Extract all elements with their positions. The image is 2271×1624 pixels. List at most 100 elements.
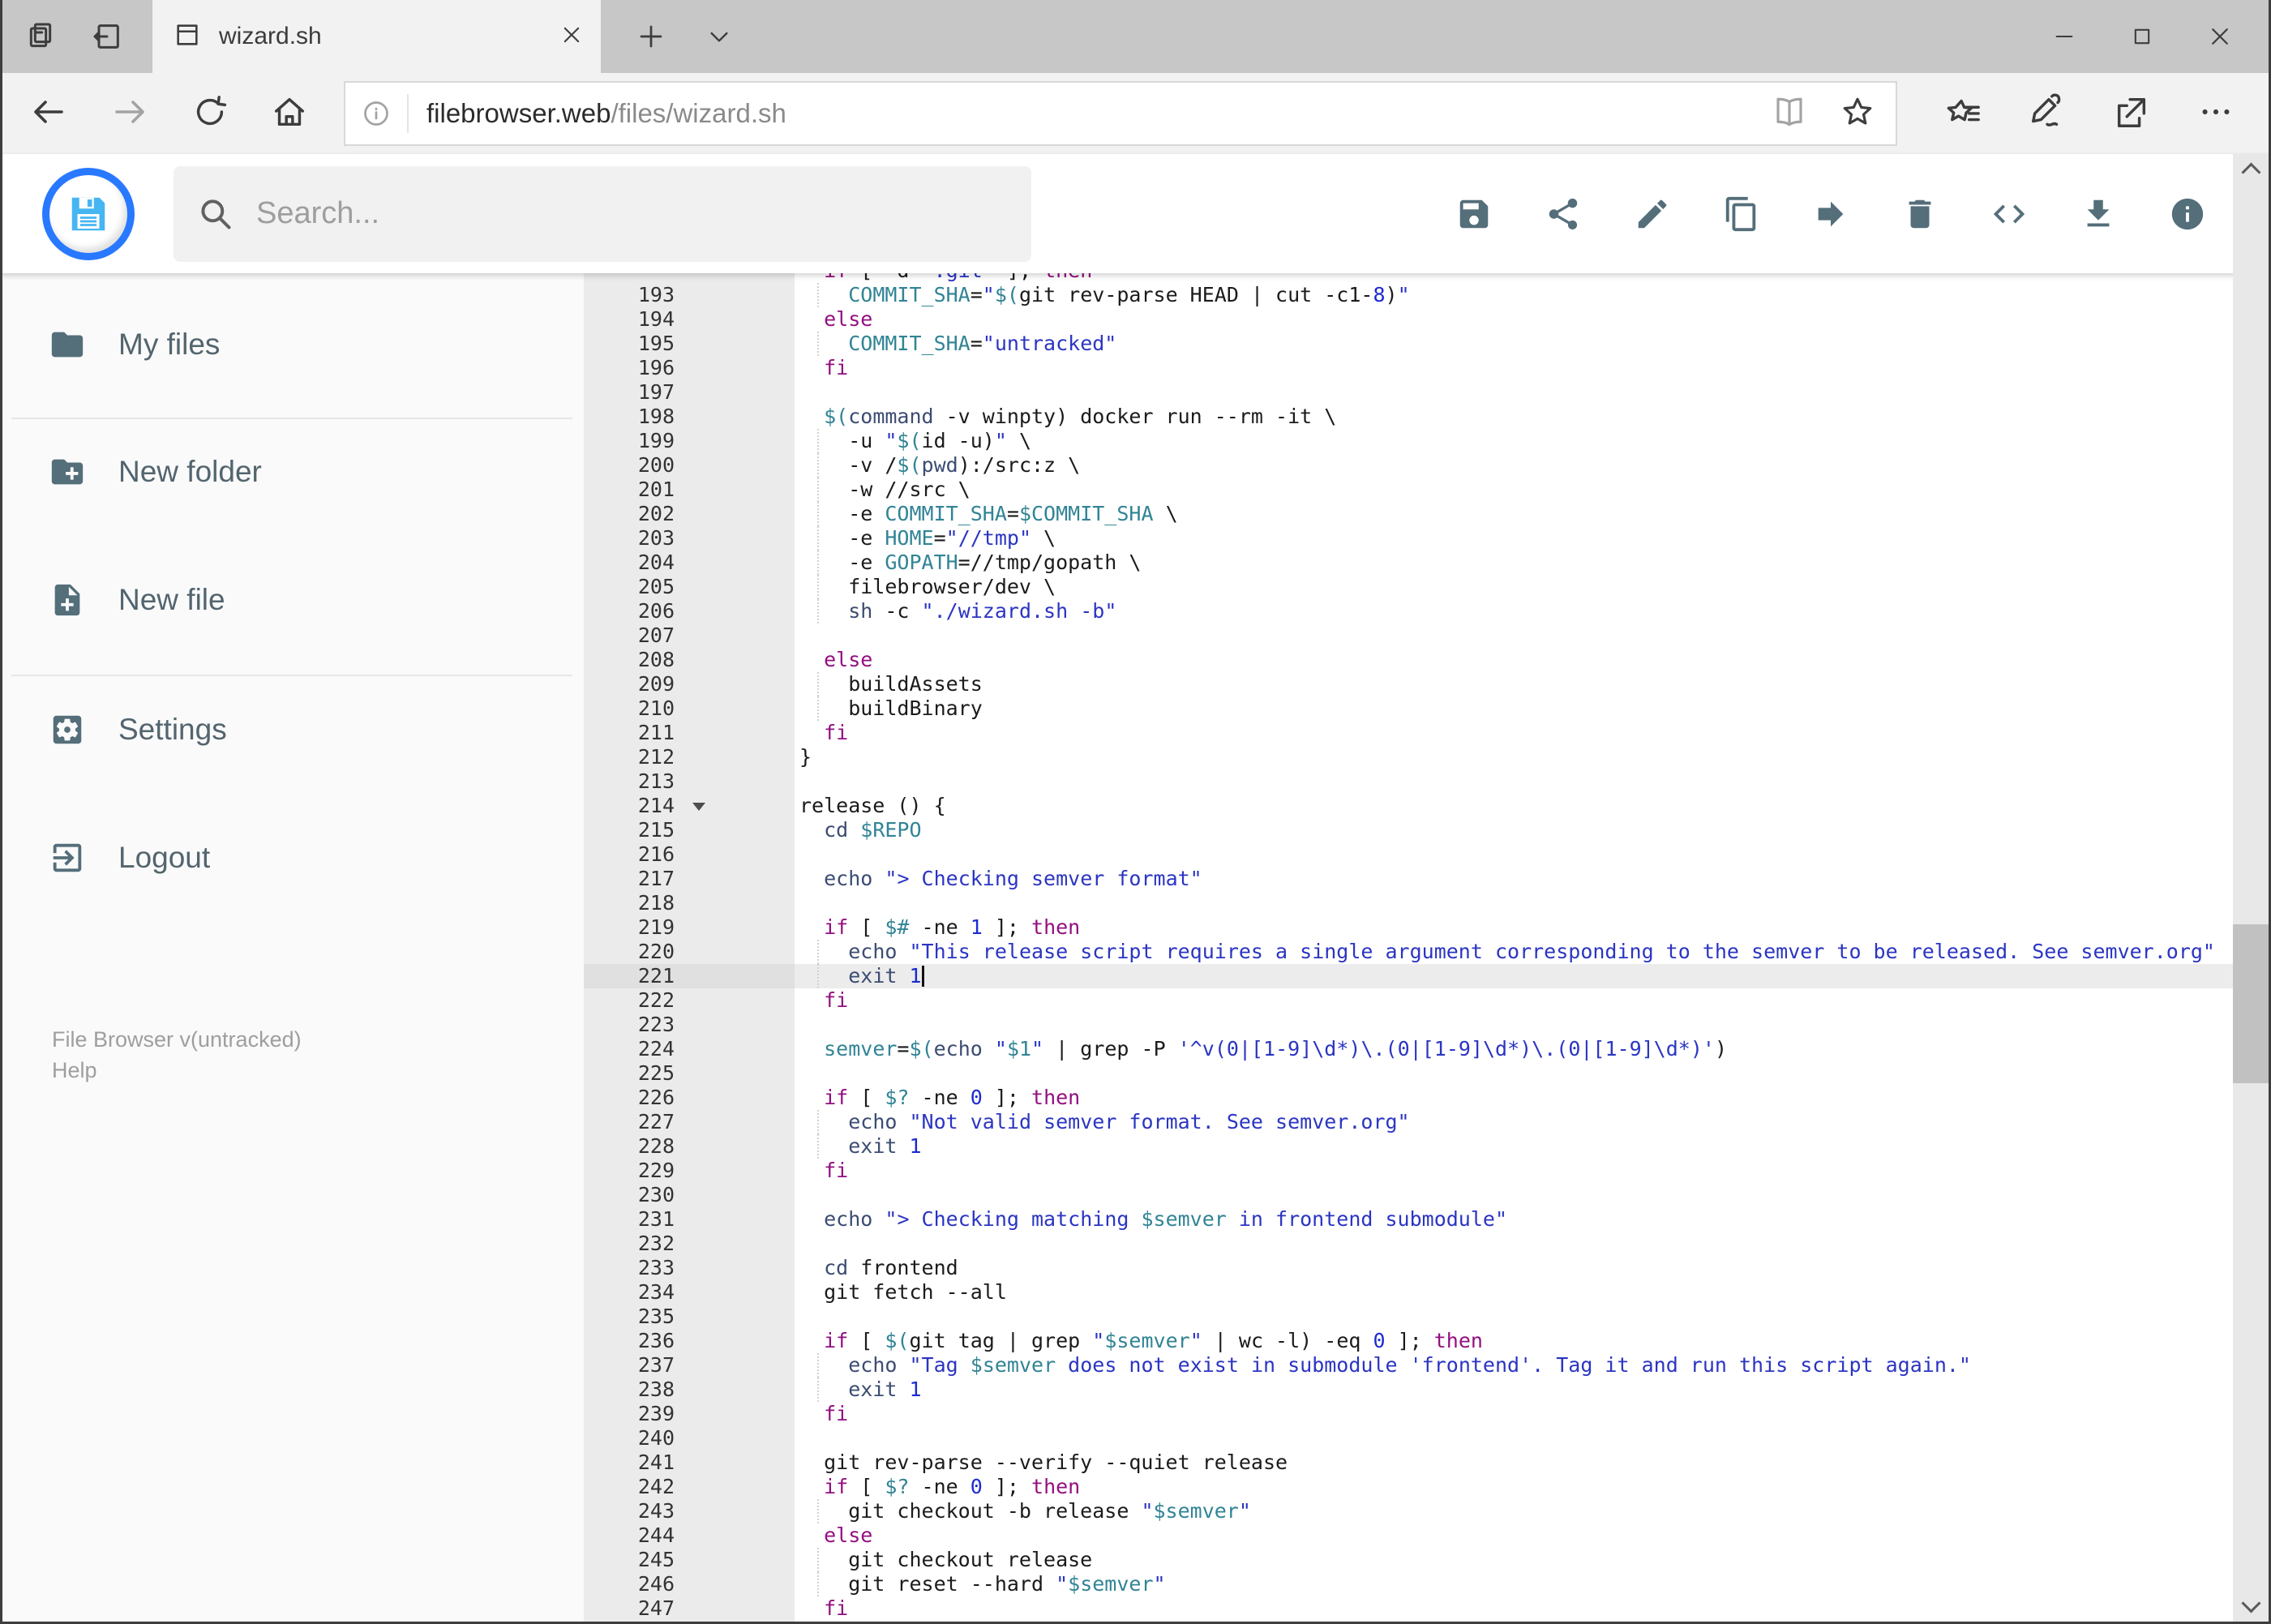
- code-line-201[interactable]: 201 -w //src \: [584, 478, 2233, 502]
- code-line-217[interactable]: 217 echo "> Checking semver format": [584, 867, 2233, 891]
- code-line-223[interactable]: 223: [584, 1013, 2233, 1037]
- window-close-button[interactable]: [2193, 12, 2247, 61]
- code-line-203[interactable]: 203 -e HOME="//tmp" \: [584, 526, 2233, 551]
- code-line-232[interactable]: 232: [584, 1232, 2233, 1256]
- help-link[interactable]: Help: [52, 1058, 97, 1083]
- code-line-194[interactable]: 194 else: [584, 307, 2233, 332]
- rename-button[interactable]: [1634, 195, 1671, 233]
- scrollbar-thumb[interactable]: [2233, 924, 2269, 1083]
- code-line-227[interactable]: 227 echo "Not valid semver format. See s…: [584, 1110, 2233, 1134]
- window-minimize-button[interactable]: [2037, 12, 2091, 61]
- save-button[interactable]: [1455, 195, 1493, 233]
- back-button[interactable]: [29, 92, 68, 135]
- code-line-228[interactable]: 228 exit 1: [584, 1134, 2233, 1159]
- code-line-241[interactable]: 241 git rev-parse --verify --quiet relea…: [584, 1450, 2233, 1475]
- address-bar[interactable]: filebrowser.web/files/wizard.sh: [344, 81, 1897, 146]
- search-input[interactable]: [255, 195, 1007, 232]
- annotate-pen-icon[interactable]: [2029, 92, 2066, 135]
- scrollbar-up-arrow-icon[interactable]: [2241, 162, 2261, 182]
- code-line-245[interactable]: 245 git checkout release: [584, 1548, 2233, 1572]
- tab-list-chevron-icon[interactable]: [701, 19, 737, 54]
- code-line-230[interactable]: 230: [584, 1183, 2233, 1207]
- code-line-200[interactable]: 200 -v /$(pwd):/src:z \: [584, 453, 2233, 478]
- code-line-226[interactable]: 226 if [ $? -ne 0 ]; then: [584, 1086, 2233, 1110]
- tabs-preview-icon[interactable]: [89, 19, 125, 54]
- code-line-196[interactable]: 196 fi: [584, 356, 2233, 380]
- code-line-225[interactable]: 225: [584, 1061, 2233, 1086]
- code-line-231[interactable]: 231 echo "> Checking matching $semver in…: [584, 1207, 2233, 1232]
- share-icon[interactable]: [2113, 93, 2150, 135]
- code-line-193[interactable]: 193 COMMIT_SHA="$(git rev-parse HEAD | c…: [584, 283, 2233, 307]
- delete-button[interactable]: [1901, 195, 1939, 233]
- code-line-229[interactable]: 229 fi: [584, 1159, 2233, 1183]
- code-line-213[interactable]: 213: [584, 769, 2233, 794]
- code-line-202[interactable]: 202 -e COMMIT_SHA=$COMMIT_SHA \: [584, 502, 2233, 526]
- window-maximize-button[interactable]: [2115, 12, 2169, 61]
- code-line-236[interactable]: 236 if [ $(git tag | grep "$semver" | wc…: [584, 1329, 2233, 1353]
- code-line-218[interactable]: 218: [584, 891, 2233, 915]
- scrollbar-down-arrow-icon[interactable]: [2241, 1593, 2261, 1613]
- search-box[interactable]: [174, 165, 1031, 262]
- sidebar-item-new-file[interactable]: New file: [49, 581, 225, 619]
- code-line-212[interactable]: 212}: [584, 745, 2233, 769]
- info-button[interactable]: [2169, 195, 2206, 233]
- code-line-222[interactable]: 222 fi: [584, 988, 2233, 1013]
- copy-button[interactable]: [1723, 195, 1760, 233]
- code-line-246[interactable]: 246 git reset --hard "$semver": [584, 1572, 2233, 1596]
- sidebar-item-logout[interactable]: Logout: [49, 839, 210, 876]
- code-line-220[interactable]: 220 echo "This release script requires a…: [584, 940, 2233, 964]
- code-editor[interactable]: if [ -d ".git" ]; then193 COMMIT_SHA="$(…: [584, 273, 2233, 1624]
- fold-arrow-icon[interactable]: [692, 803, 705, 811]
- code-line-206[interactable]: 206 sh -c "./wizard.sh -b": [584, 599, 2233, 623]
- code-line-198[interactable]: 198 $(command -v winpty) docker run --rm…: [584, 405, 2233, 429]
- site-info-icon[interactable]: [345, 94, 409, 133]
- filebrowser-logo[interactable]: [42, 167, 135, 260]
- code-line-240[interactable]: 240: [584, 1426, 2233, 1450]
- sidebar-item-my-files[interactable]: My files: [49, 326, 220, 363]
- code-line-207[interactable]: 207: [584, 623, 2233, 648]
- code-line-208[interactable]: 208 else: [584, 648, 2233, 672]
- tab-close-icon[interactable]: [560, 24, 583, 50]
- move-button[interactable]: [1812, 195, 1849, 233]
- code-line-195[interactable]: 195 COMMIT_SHA="untracked": [584, 332, 2233, 356]
- url-text[interactable]: filebrowser.web/files/wizard.sh: [409, 98, 1772, 129]
- code-line-215[interactable]: 215 cd $REPO: [584, 818, 2233, 842]
- code-line-210[interactable]: 210 buildBinary: [584, 696, 2233, 721]
- code-line-211[interactable]: 211 fi: [584, 721, 2233, 745]
- code-line-214[interactable]: 214 release () {: [584, 794, 2233, 818]
- download-button[interactable]: [2080, 195, 2117, 233]
- code-line-216[interactable]: 216: [584, 842, 2233, 867]
- new-tab-button[interactable]: [633, 19, 669, 54]
- code-view-button[interactable]: [1990, 195, 2028, 233]
- code-line-244[interactable]: 244 else: [584, 1523, 2233, 1548]
- code-line-237[interactable]: 237 echo "Tag $semver does not exist in …: [584, 1353, 2233, 1378]
- page-scrollbar[interactable]: [2233, 154, 2269, 1622]
- code-line-224[interactable]: 224 semver=$(echo "$1" | grep -P '^v(0|[…: [584, 1037, 2233, 1061]
- home-button[interactable]: [271, 93, 308, 135]
- favorite-star-icon[interactable]: [1840, 95, 1875, 133]
- refresh-button[interactable]: [191, 93, 229, 135]
- code-line-247[interactable]: 247 fi: [584, 1596, 2233, 1621]
- code-line-243[interactable]: 243 git checkout -b release "$semver": [584, 1499, 2233, 1523]
- code-line-221[interactable]: 221 exit 1: [584, 964, 2233, 988]
- code-line-239[interactable]: 239 fi: [584, 1402, 2233, 1426]
- code-line-238[interactable]: 238 exit 1: [584, 1378, 2233, 1402]
- code-line-242[interactable]: 242 if [ $? -ne 0 ]; then: [584, 1475, 2233, 1499]
- share-button[interactable]: [1545, 195, 1582, 233]
- code-line-199[interactable]: 199 -u "$(id -u)" \: [584, 429, 2233, 453]
- sidebar-item-new-folder[interactable]: New folder: [49, 453, 262, 491]
- set-tabs-aside-icon[interactable]: [23, 19, 58, 54]
- code-line-233[interactable]: 233 cd frontend: [584, 1256, 2233, 1280]
- code-line-209[interactable]: 209 buildAssets: [584, 672, 2233, 696]
- code-line[interactable]: if [ -d ".git" ]; then: [584, 273, 2233, 283]
- code-line-235[interactable]: 235: [584, 1305, 2233, 1329]
- sidebar-item-settings[interactable]: Settings: [49, 711, 227, 748]
- code-line-205[interactable]: 205 filebrowser/dev \: [584, 575, 2233, 599]
- code-line-234[interactable]: 234 git fetch --all: [584, 1280, 2233, 1305]
- code-line-204[interactable]: 204 -e GOPATH=//tmp/gopath \: [584, 551, 2233, 575]
- browser-tab[interactable]: wizard.sh: [152, 0, 601, 73]
- more-menu-icon[interactable]: [2197, 93, 2235, 135]
- code-line-197[interactable]: 197: [584, 380, 2233, 405]
- code-line-219[interactable]: 219 if [ $# -ne 1 ]; then: [584, 915, 2233, 940]
- hub-favorites-icon[interactable]: [1944, 93, 1982, 135]
